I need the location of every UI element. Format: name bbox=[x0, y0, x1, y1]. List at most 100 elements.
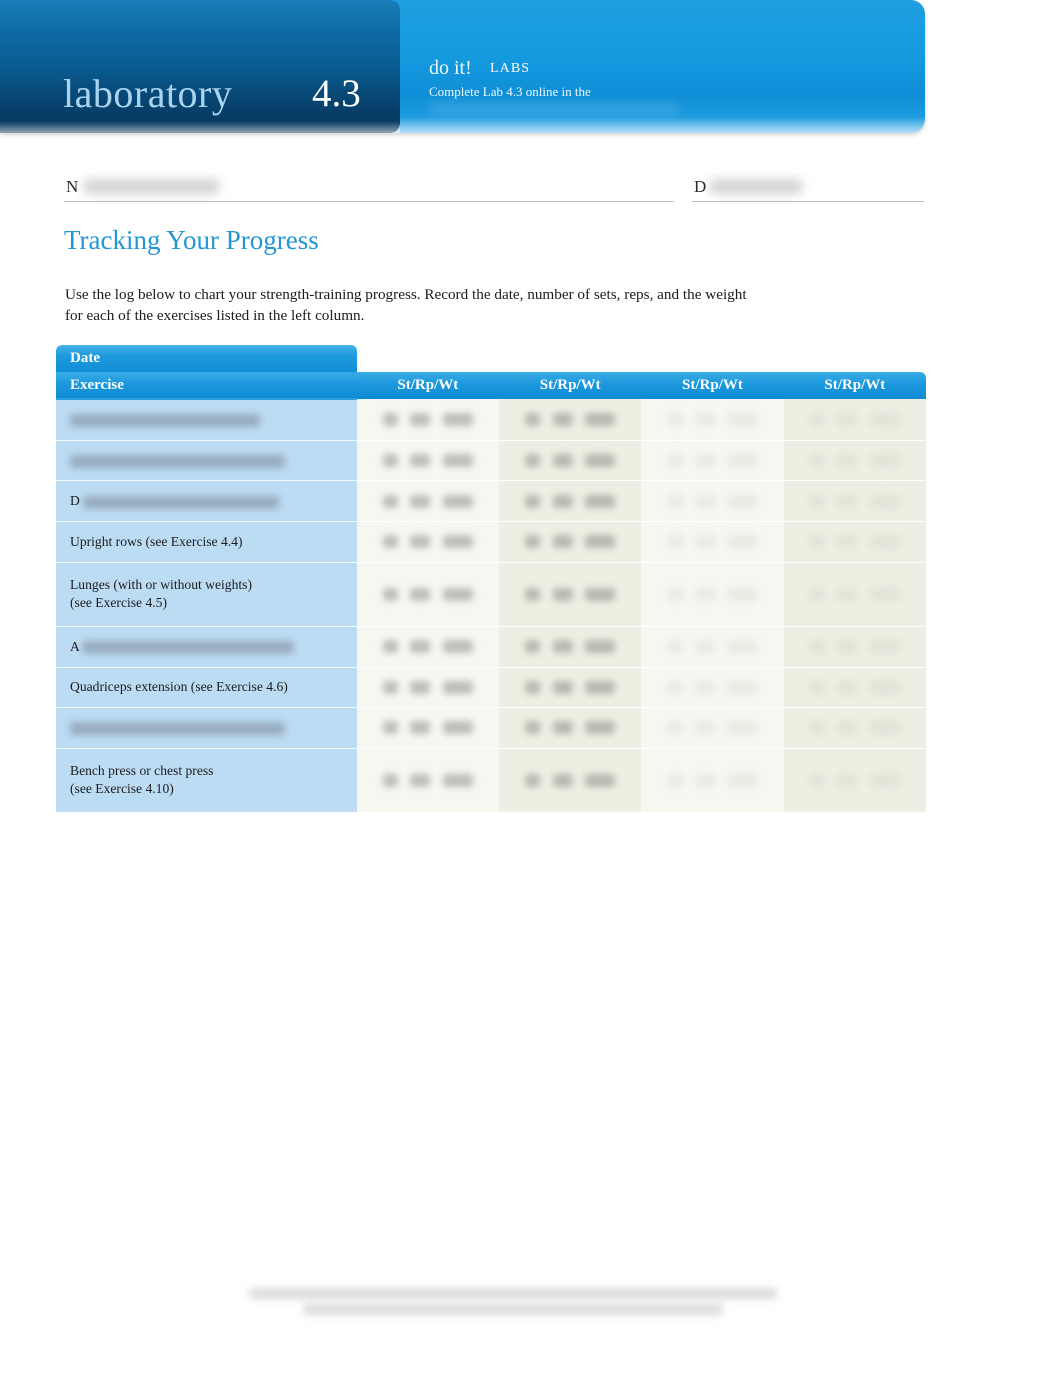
entry-mark-redaction bbox=[869, 412, 900, 426]
table-row bbox=[56, 707, 926, 749]
strpwt-entry-cell[interactable] bbox=[641, 667, 784, 708]
entry-mark-redaction bbox=[525, 454, 541, 468]
entry-marks bbox=[641, 481, 783, 521]
entry-marks bbox=[499, 522, 641, 562]
entry-mark-redaction bbox=[809, 494, 825, 508]
strpwt-entry-cell[interactable] bbox=[641, 440, 784, 481]
strpwt-entry-cell[interactable] bbox=[356, 440, 499, 481]
strpwt-entry-cell[interactable] bbox=[499, 667, 642, 708]
strpwt-entry-cell[interactable] bbox=[356, 667, 499, 708]
entry-mark-redaction bbox=[442, 454, 473, 468]
entry-mark-redaction bbox=[584, 535, 615, 549]
header-strpwt-4: St/Rp/Wt bbox=[783, 372, 926, 399]
strpwt-entry-cell[interactable] bbox=[783, 626, 926, 667]
exercise-label-cell: Quadriceps extension (see Exercise 4.6) bbox=[56, 667, 357, 708]
entry-marks bbox=[641, 441, 783, 481]
strpwt-entry-cell[interactable] bbox=[356, 480, 499, 522]
entry-marks bbox=[784, 627, 926, 667]
exercise-label-redaction bbox=[70, 722, 285, 736]
entry-mark-redaction bbox=[869, 454, 900, 468]
strpwt-entry-cell[interactable] bbox=[641, 626, 784, 667]
entry-mark-redaction bbox=[442, 412, 473, 426]
date-field[interactable]: D bbox=[692, 174, 924, 202]
entry-mark-redaction bbox=[809, 680, 825, 694]
exercise-label-cell: A bbox=[56, 626, 357, 667]
entry-mark-redaction bbox=[410, 587, 431, 601]
table-row: A bbox=[56, 626, 926, 667]
entry-mark-redaction bbox=[837, 640, 858, 654]
entry-mark-redaction bbox=[525, 773, 541, 787]
entry-mark-redaction bbox=[552, 721, 573, 735]
strpwt-entry-cell[interactable] bbox=[783, 399, 926, 441]
entry-mark-redaction bbox=[552, 535, 573, 549]
exercise-label-cell bbox=[56, 707, 357, 749]
strpwt-entry-cell[interactable] bbox=[641, 480, 784, 522]
exercise-label-prefix: D bbox=[70, 493, 84, 509]
entry-mark-redaction bbox=[694, 587, 715, 601]
exercise-label-prefix: A bbox=[70, 638, 83, 654]
lab-header-banner: laboratory 4.3 do it! LABS Complete Lab … bbox=[0, 0, 925, 133]
entry-mark-redaction bbox=[694, 721, 715, 735]
strpwt-entry-cell[interactable] bbox=[499, 440, 642, 481]
entry-marks bbox=[499, 708, 641, 748]
entry-marks bbox=[784, 749, 926, 812]
strpwt-entry-cell[interactable] bbox=[641, 399, 784, 441]
entry-mark-redaction bbox=[667, 721, 683, 735]
entry-mark-redaction bbox=[667, 412, 683, 426]
strpwt-entry-cell[interactable] bbox=[783, 667, 926, 708]
strpwt-entry-cell[interactable] bbox=[783, 562, 926, 627]
entry-marks bbox=[641, 522, 783, 562]
do-it-label: do it! bbox=[429, 57, 472, 79]
strpwt-entry-cell[interactable] bbox=[499, 480, 642, 522]
do-it-subtitle: Complete Lab 4.3 online in the bbox=[429, 84, 591, 99]
strpwt-entry-cell[interactable] bbox=[783, 440, 926, 481]
strpwt-entry-cell[interactable] bbox=[783, 707, 926, 749]
strpwt-entry-cell[interactable] bbox=[499, 562, 642, 627]
strpwt-entry-cell[interactable] bbox=[499, 399, 642, 441]
strpwt-entry-cell[interactable] bbox=[499, 521, 642, 563]
entry-mark-redaction bbox=[383, 721, 399, 735]
entry-mark-redaction bbox=[667, 494, 683, 508]
entry-mark-redaction bbox=[410, 640, 431, 654]
strpwt-entry-cell[interactable] bbox=[641, 521, 784, 563]
strpwt-entry-cell[interactable] bbox=[499, 748, 642, 813]
entry-mark-redaction bbox=[383, 454, 399, 468]
entry-mark-redaction bbox=[667, 535, 683, 549]
strpwt-entry-cell[interactable] bbox=[499, 626, 642, 667]
entry-marks bbox=[641, 708, 783, 748]
entry-mark-redaction bbox=[809, 773, 825, 787]
table-row bbox=[56, 440, 926, 481]
strpwt-entry-cell[interactable] bbox=[356, 707, 499, 749]
name-date-row: N D bbox=[64, 168, 924, 202]
entry-mark-redaction bbox=[525, 412, 541, 426]
progress-log-table-wrapper: Date Exercise St/Rp/Wt St/Rp/Wt St/Rp/Wt… bbox=[56, 345, 926, 827]
strpwt-entry-cell[interactable] bbox=[356, 399, 499, 441]
entry-mark-redaction bbox=[837, 773, 858, 787]
entry-mark-redaction bbox=[694, 680, 715, 694]
entry-mark-redaction bbox=[383, 587, 399, 601]
entry-mark-redaction bbox=[552, 412, 573, 426]
strpwt-entry-cell[interactable] bbox=[499, 707, 642, 749]
strpwt-entry-cell[interactable] bbox=[783, 480, 926, 522]
entry-mark-redaction bbox=[584, 412, 615, 426]
exercise-label-cell: Upright rows (see Exercise 4.4) bbox=[56, 521, 357, 563]
strpwt-entry-cell[interactable] bbox=[641, 707, 784, 749]
entry-marks bbox=[357, 399, 499, 440]
strpwt-entry-cell[interactable] bbox=[356, 562, 499, 627]
strpwt-entry-cell[interactable] bbox=[356, 626, 499, 667]
table-row: Bench press or chest press (see Exercise… bbox=[56, 748, 926, 813]
strpwt-entry-cell[interactable] bbox=[356, 521, 499, 563]
name-field[interactable]: N bbox=[64, 174, 674, 202]
entry-marks bbox=[641, 399, 783, 440]
entry-mark-redaction bbox=[809, 640, 825, 654]
strpwt-entry-cell[interactable] bbox=[783, 748, 926, 813]
strpwt-entry-cell[interactable] bbox=[356, 748, 499, 813]
table-row: D bbox=[56, 480, 926, 522]
entry-marks bbox=[641, 668, 783, 708]
strpwt-entry-cell[interactable] bbox=[641, 748, 784, 813]
strpwt-entry-cell[interactable] bbox=[641, 562, 784, 627]
strpwt-entry-cell[interactable] bbox=[783, 521, 926, 563]
entry-mark-redaction bbox=[727, 454, 758, 468]
footer-line-2-redaction bbox=[303, 1304, 723, 1315]
entry-mark-redaction bbox=[410, 454, 431, 468]
